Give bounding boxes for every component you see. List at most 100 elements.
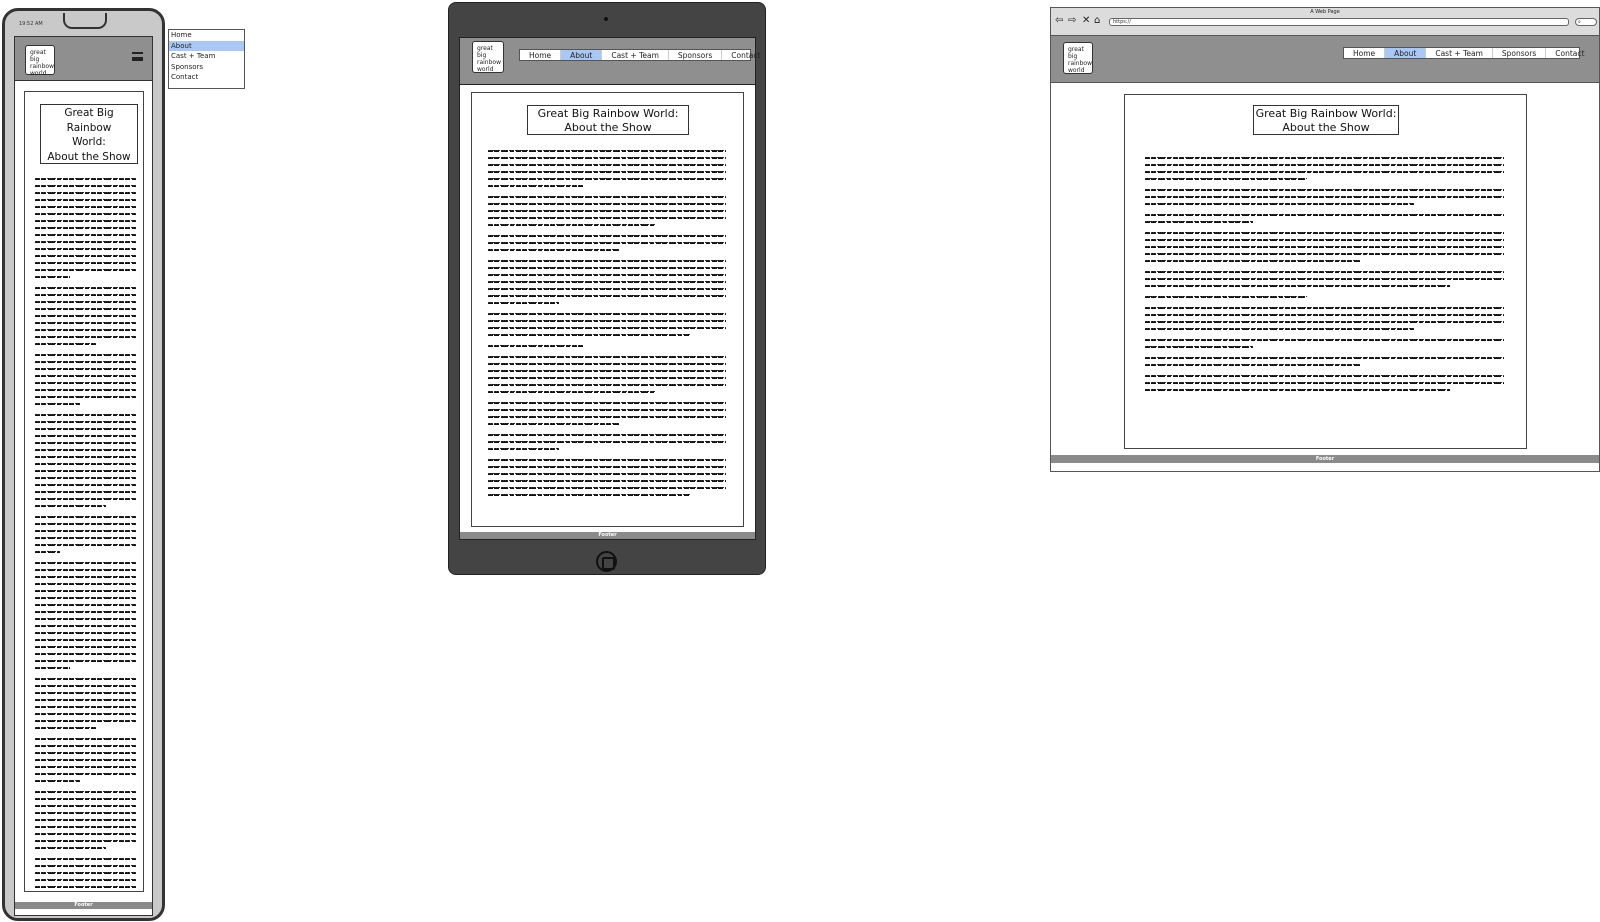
placeholder-text-line [488, 384, 726, 386]
placeholder-text-line [488, 150, 726, 152]
placeholder-paragraph [35, 562, 136, 669]
placeholder-text-line [1145, 239, 1504, 241]
placeholder-text-line [35, 199, 136, 201]
placeholder-text-line [488, 267, 726, 269]
tablet-home-button-icon[interactable] [596, 551, 617, 572]
phone-logo[interactable]: great big rainbow world [25, 45, 55, 77]
nav-item-sponsors[interactable]: Sponsors [1493, 48, 1547, 58]
placeholder-text-line [35, 403, 81, 405]
placeholder-text-line [1145, 157, 1504, 159]
logo-line: great [477, 45, 493, 52]
placeholder-text-line [35, 865, 136, 867]
placeholder-text-line [488, 459, 726, 461]
placeholder-text-line [35, 375, 136, 377]
placeholder-text-line [1145, 364, 1361, 366]
placeholder-text-line [35, 463, 136, 465]
placeholder-text-line [35, 315, 136, 317]
tablet-logo[interactable]: great big rainbow world [472, 41, 504, 73]
nav-item-cast-team[interactable]: Cast + Team [1426, 48, 1493, 58]
dropdown-item-home[interactable]: Home [169, 30, 244, 41]
placeholder-paragraph [488, 313, 726, 336]
placeholder-text-line [1145, 171, 1504, 173]
forward-arrow-icon[interactable]: ⇨ [1068, 16, 1076, 26]
nav-item-home[interactable]: Home [520, 50, 562, 60]
placeholder-paragraph [488, 459, 726, 496]
placeholder-text-line [488, 377, 726, 379]
placeholder-text-line [35, 625, 136, 627]
nav-item-contact[interactable]: Contact [1546, 48, 1593, 58]
placeholder-text-line [35, 329, 136, 331]
placeholder-text-line [488, 281, 726, 283]
placeholder-text-line [35, 382, 136, 384]
placeholder-text-line [35, 798, 136, 800]
placeholder-paragraph [488, 345, 726, 347]
placeholder-paragraph [1145, 232, 1504, 262]
tablet-mockup: great big rainbow world Home About Cast … [448, 2, 766, 575]
title-line: About the Show [564, 121, 652, 134]
placeholder-text-line [488, 274, 726, 276]
logo-line: big [30, 56, 40, 63]
dropdown-item-about[interactable]: About [169, 40, 244, 51]
stop-icon[interactable]: ✕ [1082, 16, 1090, 26]
title-line: About the Show [1282, 121, 1370, 134]
placeholder-text-line [1145, 382, 1504, 384]
placeholder-text-line [35, 840, 136, 842]
placeholder-text-line [488, 196, 726, 198]
placeholder-text-line [35, 516, 136, 518]
placeholder-text-line [1145, 196, 1504, 198]
mobile-nav-dropdown[interactable]: Home About Cast + Team Sponsors Contact [168, 29, 245, 89]
placeholder-text-line [35, 294, 136, 296]
browser-content: Great Big Rainbow World: About the Show [1124, 94, 1527, 449]
nav-item-contact[interactable]: Contact [722, 50, 769, 60]
placeholder-text-line [35, 604, 136, 606]
placeholder-text-line [35, 886, 136, 888]
placeholder-text-line [35, 389, 136, 391]
nav-item-home[interactable]: Home [1344, 48, 1386, 58]
placeholder-text-line [35, 178, 136, 180]
home-icon[interactable]: ⌂ [1094, 16, 1100, 26]
search-icon[interactable]: ⌕ [1575, 18, 1597, 26]
placeholder-text-line [35, 791, 136, 793]
nav-item-sponsors[interactable]: Sponsors [669, 50, 723, 60]
placeholder-text-line [488, 249, 619, 251]
placeholder-paragraph [35, 414, 136, 507]
tablet-header: great big rainbow world Home About Cast … [460, 38, 760, 85]
placeholder-text-line [488, 171, 726, 173]
placeholder-text-line [1145, 178, 1307, 180]
placeholder-text-line [35, 678, 136, 680]
placeholder-text-line [35, 287, 136, 289]
placeholder-paragraph [1145, 339, 1504, 348]
hamburger-menu-icon[interactable] [132, 52, 143, 61]
placeholder-text-line [488, 402, 726, 404]
nav-item-about[interactable]: About [561, 50, 603, 60]
placeholder-text-line [35, 262, 136, 264]
nav-item-cast-team[interactable]: Cast + Team [602, 50, 669, 60]
placeholder-text-line [35, 759, 136, 761]
dropdown-item-contact[interactable]: Contact [169, 72, 244, 83]
placeholder-text-line [35, 847, 106, 849]
placeholder-text-line [1145, 314, 1504, 316]
placeholder-text-line [35, 819, 136, 821]
placeholder-text-line [488, 164, 726, 166]
dropdown-item-sponsors[interactable]: Sponsors [169, 62, 244, 73]
browser-logo[interactable]: great big rainbow world [1063, 42, 1093, 74]
nav-item-about[interactable]: About [1385, 48, 1427, 58]
placeholder-text-line [35, 879, 136, 881]
title-line: Great Big Rainbow World: [537, 107, 679, 120]
logo-line: world [477, 66, 494, 73]
logo-line: big [477, 52, 487, 59]
placeholder-text-line [488, 203, 726, 205]
address-bar[interactable]: https:// [1109, 18, 1569, 26]
placeholder-text-line [35, 773, 136, 775]
placeholder-text-line [488, 473, 726, 475]
placeholder-text-line [35, 248, 136, 250]
placeholder-text-line [35, 826, 136, 828]
logo-line: rainbow [1068, 60, 1092, 67]
placeholder-text-line [35, 241, 136, 243]
placeholder-text-line [35, 692, 136, 694]
placeholder-text-line [1145, 339, 1504, 341]
back-arrow-icon[interactable]: ⇦ [1055, 16, 1063, 26]
placeholder-text-line [35, 576, 136, 578]
dropdown-item-cast-team[interactable]: Cast + Team [169, 51, 244, 62]
tablet-camera [604, 17, 608, 21]
